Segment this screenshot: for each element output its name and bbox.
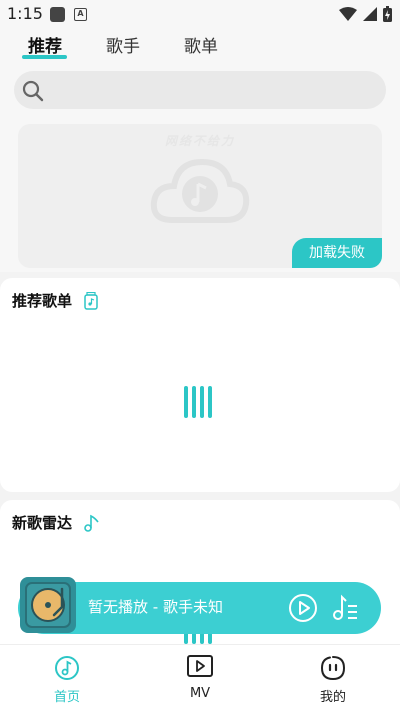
recommended-playlists-section: 推荐歌单 bbox=[0, 278, 400, 492]
nav-home-label: 首页 bbox=[53, 690, 80, 705]
tab-singer[interactable]: 歌手 bbox=[106, 32, 140, 57]
load-failed-button[interactable]: 加载失败 bbox=[292, 238, 382, 268]
music-note-icon bbox=[84, 514, 99, 532]
section-title-recommended: 推荐歌单 bbox=[12, 292, 73, 310]
play-button-icon[interactable] bbox=[288, 593, 318, 623]
top-tabs: 推荐 歌手 歌单 bbox=[0, 28, 400, 64]
now-playing-text: 暂无播放 - 歌手未知 bbox=[88, 598, 223, 616]
nav-mv-label: MV bbox=[189, 686, 211, 701]
signal-icon bbox=[363, 7, 377, 21]
nav-home[interactable]: 首页 bbox=[17, 645, 117, 711]
notification-app-icon bbox=[50, 7, 65, 22]
nav-profile-label: 我的 bbox=[319, 690, 346, 705]
status-time: 1:15 bbox=[7, 4, 43, 23]
nav-mv[interactable]: MV bbox=[150, 645, 250, 711]
tab-playlist[interactable]: 歌单 bbox=[184, 32, 218, 57]
playlist-icon bbox=[84, 292, 98, 310]
nav-profile[interactable]: 我的 bbox=[283, 645, 383, 711]
banner-carousel[interactable]: 网络不给力 加载失败 bbox=[18, 124, 382, 268]
bottom-navigation: 首页 MV 我的 bbox=[0, 644, 400, 711]
active-tab-indicator bbox=[22, 55, 67, 59]
tab-recommend[interactable]: 推荐 bbox=[28, 32, 62, 57]
wifi-icon bbox=[339, 7, 357, 21]
turntable-icon bbox=[25, 582, 71, 628]
mv-play-icon bbox=[187, 655, 213, 677]
home-music-icon bbox=[55, 656, 79, 680]
profile-face-icon bbox=[320, 656, 346, 681]
search-icon bbox=[22, 80, 44, 102]
network-error-text: 网络不给力 bbox=[164, 134, 235, 148]
mini-player[interactable]: 暂无播放 - 歌手未知 bbox=[18, 577, 381, 634]
search-bar[interactable] bbox=[14, 71, 386, 109]
album-cover[interactable] bbox=[20, 577, 76, 633]
a-app-icon: A bbox=[74, 8, 87, 21]
playlist-queue-icon[interactable] bbox=[332, 594, 358, 622]
section-title-new-songs: 新歌雷达 bbox=[12, 514, 73, 532]
loading-indicator bbox=[184, 386, 212, 418]
cloud-music-icon bbox=[150, 158, 250, 223]
system-icons bbox=[339, 5, 392, 23]
battery-charging-icon bbox=[383, 6, 392, 22]
status-bar: 1:15 A bbox=[0, 0, 400, 28]
